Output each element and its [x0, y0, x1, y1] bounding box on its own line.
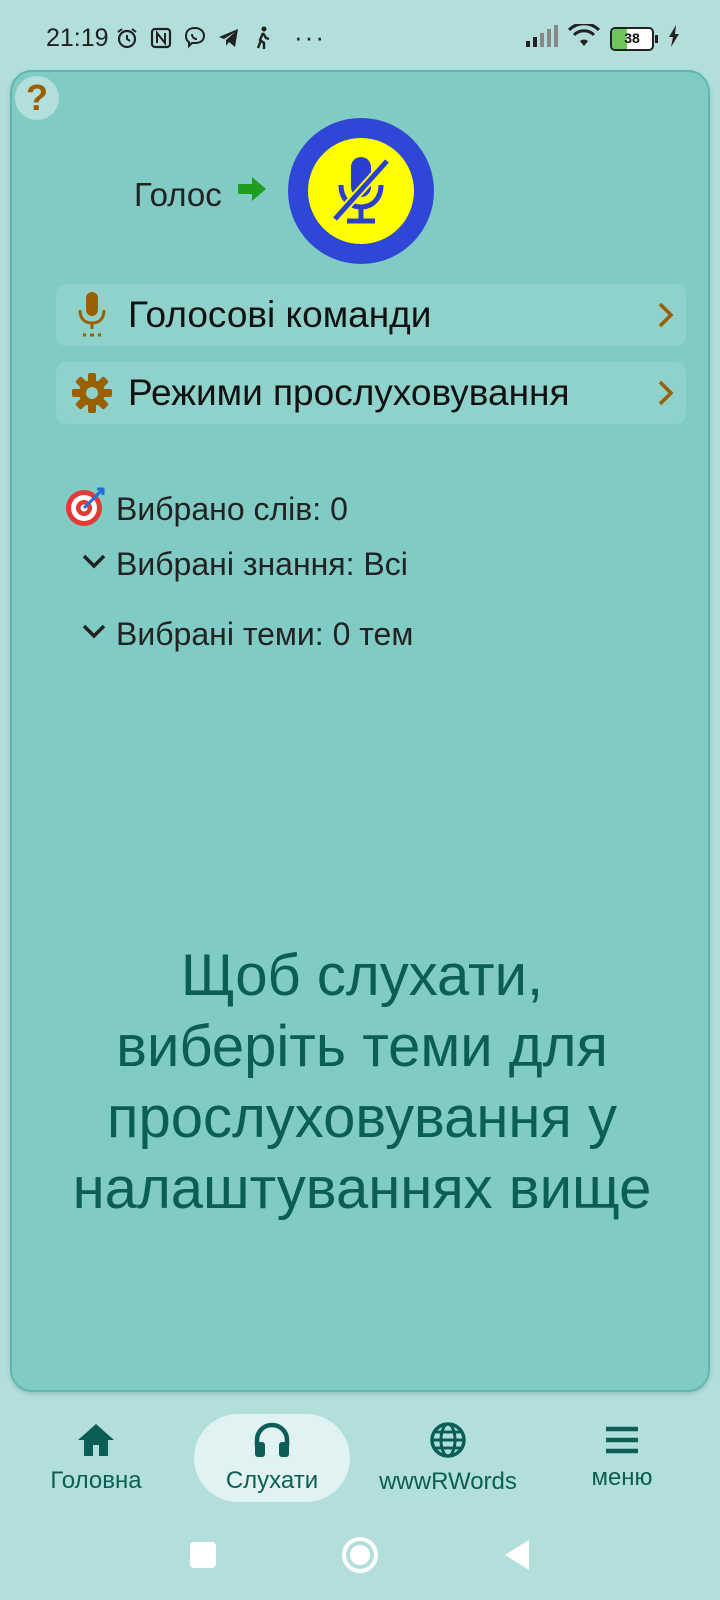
nav-listen[interactable]: Слухати	[194, 1414, 350, 1502]
nav-menu-label: меню	[591, 1463, 653, 1491]
bottom-navigation: Головна Слухати wwwRWords меню	[0, 1400, 720, 1510]
voice-toggle-button[interactable]	[288, 118, 434, 264]
wifi-icon	[567, 22, 601, 53]
chevron-right-icon	[646, 301, 686, 329]
battery-level: 38	[624, 29, 640, 46]
mic-off-icon	[308, 138, 414, 244]
chevron-down-icon	[82, 624, 106, 645]
hint-line: прослуховування у	[107, 1085, 617, 1150]
nfc-icon	[148, 23, 174, 53]
listening-modes-label: Режими прослуховування	[128, 372, 570, 413]
microphone-icon	[56, 292, 128, 338]
status-time: 21:19	[46, 24, 109, 52]
menu-icon	[605, 1425, 639, 1460]
telegram-icon	[216, 23, 242, 53]
nav-wwwrwords[interactable]: wwwRWords	[370, 1414, 526, 1502]
battery-icon: 38	[610, 26, 654, 51]
gear-icon	[56, 372, 128, 414]
nav-listen-label: Слухати	[225, 1466, 319, 1494]
system-navigation-bar	[0, 1510, 720, 1600]
voice-commands-row[interactable]: Голосові команди	[56, 284, 686, 346]
recents-button[interactable]	[178, 1530, 228, 1580]
select-topics-hint: Щоб слухати, виберіть теми для прослухов…	[32, 940, 692, 1224]
status-notification-icons: ···	[114, 22, 326, 53]
more-notifications-indicator: ···	[294, 22, 326, 52]
hint-line: налаштуваннях вище	[72, 1156, 652, 1221]
signal-icon	[526, 25, 558, 52]
nav-wwwrwords-label: wwwRWords	[379, 1467, 517, 1495]
arrow-right-icon	[238, 176, 268, 207]
selected-knowledge-expander[interactable]: Вибрані знання: Всі	[82, 546, 408, 583]
status-bar: 21:19 ··· 38	[0, 0, 720, 80]
walking-icon	[250, 23, 276, 53]
battery-cap	[655, 34, 658, 43]
chevron-right-icon	[646, 379, 686, 407]
hint-line: Щоб слухати,	[180, 943, 544, 1008]
status-system-icons: 38	[526, 22, 680, 53]
selected-topics-expander[interactable]: Вибрані теми: 0 тем	[82, 616, 413, 653]
nav-home-label: Головна	[50, 1466, 142, 1494]
selected-words-info: Вибрано слів: 0	[64, 486, 348, 533]
home-system-button[interactable]	[335, 1530, 385, 1580]
viber-icon	[182, 23, 208, 53]
selected-topics-label: Вибрані теми: 0 тем	[116, 616, 414, 652]
alarm-icon	[114, 23, 140, 53]
selected-knowledge-label: Вибрані знання: Всі	[116, 546, 408, 582]
hint-line: виберіть теми для	[116, 1014, 608, 1079]
globe-icon	[429, 1421, 467, 1464]
selected-words-count: Вибрано слів: 0	[116, 491, 348, 527]
listen-settings-card: ? Голос Голосові команди Режими прослухо…	[10, 70, 710, 1392]
voice-label: Голос	[134, 176, 222, 213]
nav-menu[interactable]: меню	[544, 1414, 700, 1502]
target-icon	[64, 486, 106, 533]
headphones-icon	[253, 1422, 291, 1463]
charging-icon	[668, 25, 680, 52]
help-button[interactable]: ?	[15, 76, 59, 120]
chevron-down-icon	[82, 554, 106, 575]
back-button[interactable]	[492, 1530, 542, 1580]
voice-commands-label: Голосові команди	[128, 294, 432, 335]
home-icon	[76, 1422, 116, 1463]
nav-home[interactable]: Головна	[18, 1414, 174, 1502]
listening-modes-row[interactable]: Режими прослуховування	[56, 362, 686, 424]
